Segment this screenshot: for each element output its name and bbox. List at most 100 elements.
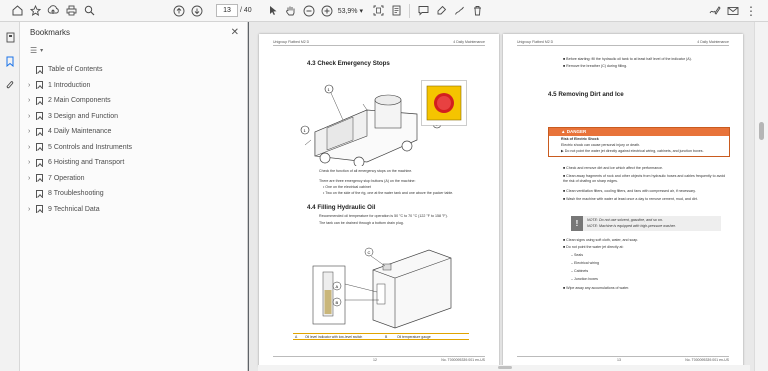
email-icon[interactable] [724, 2, 742, 20]
highlight-icon[interactable] [432, 2, 450, 20]
header-chapter: 4 Daily Maintenance [697, 40, 729, 44]
horizontal-scrollbar[interactable] [258, 365, 750, 371]
note-line-2: NOTE: Machine is equipped with high-pres… [587, 224, 676, 228]
legend-table: A Oil level indicator with low-level swi… [293, 333, 469, 340]
chevron-down-icon: ▾ [40, 47, 44, 54]
bookmark-item[interactable]: › 5 Controls and Instruments [20, 140, 247, 156]
pdf-page-12: Unigroup Flatbed M2 D 4 Daily Maintenanc… [259, 34, 499, 367]
document-view[interactable]: Unigroup Flatbed M2 D 4 Daily Maintenanc… [249, 22, 754, 371]
list-options-icon: ☰ [30, 45, 38, 55]
bookmark-item[interactable]: › 6 Hoisting and Transport [20, 155, 247, 171]
print-icon[interactable] [62, 2, 80, 20]
bookmark-label: 3 Design and Function [48, 112, 119, 120]
note-line-1: NOTE: Do not use solvent, gasoline, and … [587, 218, 663, 222]
bookmark-icon [36, 112, 43, 121]
bookmark-label: 5 Controls and Instruments [48, 143, 133, 151]
stop-bullet-2: • Two on the side of the rig, one at the… [323, 191, 454, 195]
svg-text:C: C [368, 250, 371, 255]
toolbar: 13 / 40 53,9% ▾ ⋮ [0, 0, 768, 22]
comment-icon[interactable] [414, 2, 432, 20]
doc-number: No. T000095339.001 en-US [441, 358, 485, 362]
danger-title: Risk of Electric Shock [561, 137, 599, 141]
pdf-page-13: Unigroup Flatbed M2 D 4 Daily Maintenanc… [503, 34, 743, 367]
bookmark-label: 7 Operation [48, 174, 85, 182]
scroll-mode-icon[interactable] [387, 2, 405, 20]
bookmark-item[interactable]: Table of Contents [20, 62, 247, 78]
bookmark-label: 9 Technical Data [48, 205, 100, 213]
check-function-text: Check the function of all emergency stop… [319, 169, 413, 173]
bookmark-item[interactable]: › 9 Technical Data [20, 202, 247, 218]
bookmark-item[interactable]: › 1 Introduction [20, 78, 247, 94]
bookmark-options-button[interactable]: ☰ ▾ [20, 42, 247, 58]
oil-temperature-text: Recommended oil temperature for operatio… [319, 214, 448, 218]
chevron-right-icon[interactable]: › [20, 206, 30, 213]
legend-a-text: Oil level indicator with low-level switc… [305, 334, 363, 339]
chevron-right-icon[interactable]: › [20, 175, 30, 182]
bookmark-icon [36, 96, 43, 105]
bookmark-item[interactable]: › 4 Daily Maintenance [20, 124, 247, 140]
hand-tool-icon[interactable] [282, 2, 300, 20]
hydraulic-tank-illustration: A B C [312, 247, 452, 329]
sub-bullet-2: – Electrical wiring [571, 261, 599, 265]
danger-callout: ▲ DANGER Risk of Electric Shock Electric… [548, 127, 730, 157]
search-icon[interactable] [80, 2, 98, 20]
section-4-3-heading: 4.3 Check Emergency Stops [307, 60, 390, 67]
chevron-right-icon[interactable]: › [20, 97, 30, 104]
upload-icon[interactable] [44, 2, 62, 20]
more-icon[interactable]: ⋮ [742, 2, 760, 20]
section-4-5-heading: 4.5 Removing Dirt and Ice [548, 91, 624, 98]
zoom-level-select[interactable]: 53,9% ▾ [338, 7, 363, 15]
fit-page-icon[interactable] [369, 2, 387, 20]
vertical-scroll-thumb[interactable] [759, 122, 764, 140]
bookmark-icon [36, 189, 43, 198]
chevron-right-icon[interactable]: › [20, 128, 30, 135]
chevron-right-icon[interactable]: › [20, 159, 30, 166]
zoom-out-icon[interactable] [300, 2, 318, 20]
left-rail [0, 22, 20, 371]
sub-bullet-3: – Cabinets [571, 269, 589, 273]
chevron-right-icon[interactable]: › [20, 113, 30, 120]
bookmark-item[interactable]: › 3 Design and Function [20, 109, 247, 125]
header-doc-name: Unigroup Flatbed M2 D [517, 40, 554, 44]
legend-b-text: Oil temperature gauge [397, 334, 431, 339]
zoom-level-value: 53,9% [337, 7, 358, 15]
clean-bullet-2: ■ Clean away fragments of rock and other… [563, 174, 726, 183]
fill-bullet-2: ■ Remove the breather (C) during filling… [563, 64, 628, 68]
sign-icon[interactable] [706, 2, 724, 20]
page-number-input[interactable]: 13 [216, 4, 238, 17]
bookmarks-panel-icon[interactable] [1, 52, 19, 70]
legend-a-key: A [295, 334, 298, 339]
close-icon[interactable]: ✕ [231, 27, 239, 38]
attachments-icon[interactable] [1, 76, 19, 94]
page-down-icon[interactable] [188, 2, 206, 20]
section-4-4-heading: 4.4 Filling Hydraulic Oil [307, 204, 376, 211]
vertical-scrollbar[interactable] [754, 22, 768, 371]
bookmark-icon [36, 127, 43, 136]
horizontal-scroll-thumb[interactable] [498, 366, 512, 369]
header-doc-name: Unigroup Flatbed M2 D [273, 40, 310, 44]
bookmark-item[interactable]: › 7 Operation [20, 171, 247, 187]
select-cursor-icon[interactable] [264, 2, 282, 20]
home-icon[interactable] [8, 2, 26, 20]
bookmark-list: Table of Contents › 1 Introduction › 2 Main … [20, 62, 247, 217]
danger-line-2: ▶ Do not point the water jet directly ag… [561, 149, 704, 153]
sub-bullet-4: – Junction boxes [571, 277, 598, 281]
page-up-icon[interactable] [170, 2, 188, 20]
delete-icon[interactable] [468, 2, 486, 20]
page-header: Unigroup Flatbed M2 D 4 Daily Maintenanc… [517, 40, 729, 46]
header-chapter: 4 Daily Maintenance [453, 40, 485, 44]
bookmark-icon [36, 205, 43, 214]
warning-icon: ▲ [561, 129, 566, 134]
zoom-in-icon[interactable] [318, 2, 336, 20]
bookmark-item[interactable]: 8 Troubleshooting [20, 186, 247, 202]
thumbnails-icon[interactable] [1, 28, 19, 46]
clean-bullet-7: ■ Wipe away any accumulations of water. [563, 286, 630, 290]
bookmark-item[interactable]: › 2 Main Components [20, 93, 247, 109]
chevron-right-icon[interactable]: › [20, 82, 30, 89]
pen-icon[interactable] [450, 2, 468, 20]
bookmark-star-icon[interactable] [26, 2, 44, 20]
emergency-stop-image [421, 80, 467, 126]
chevron-right-icon[interactable]: › [20, 144, 30, 151]
bookmark-icon [36, 143, 43, 152]
bookmark-label: 4 Daily Maintenance [48, 128, 112, 136]
